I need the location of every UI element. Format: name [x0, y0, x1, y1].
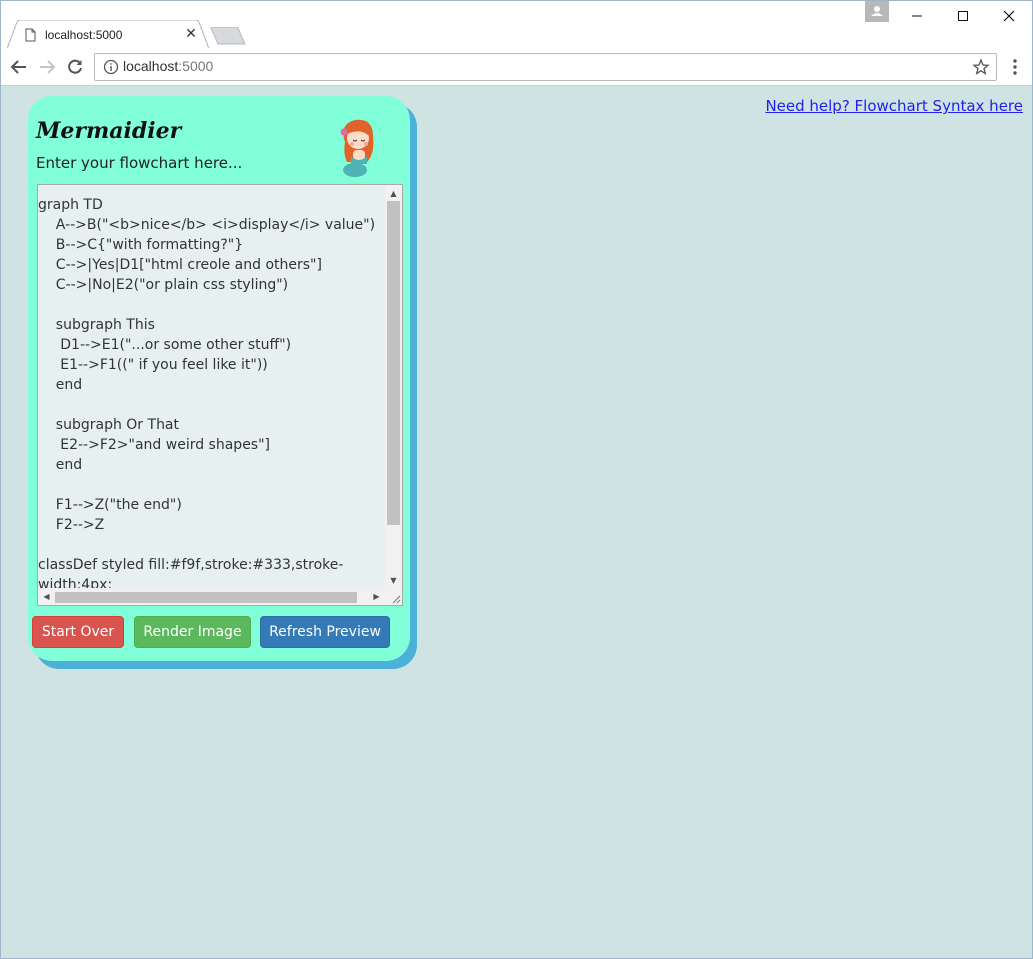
info-icon[interactable]	[103, 59, 119, 75]
browser-menu-icon[interactable]	[1005, 57, 1025, 77]
editor-subtitle: Enter your flowchart here...	[36, 154, 243, 172]
tab-label-group: localhost:5000	[25, 25, 122, 45]
browser-toolbar: localhost:5000	[1, 48, 1032, 86]
scroll-down-icon[interactable]: ▼	[385, 572, 402, 589]
forward-icon[interactable]	[35, 55, 59, 79]
flowchart-editor[interactable]: graph TD A-->B("<b>nice</b> <i>display</…	[37, 184, 403, 606]
url-port: :5000	[178, 58, 214, 74]
address-bar[interactable]: localhost:5000	[94, 53, 997, 81]
scroll-left-icon[interactable]: ◀	[38, 588, 55, 605]
help-link[interactable]: Need help? Flowchart Syntax here	[765, 97, 1023, 115]
title-bar: localhost:5000 ✕	[1, 1, 1032, 49]
editor-panel: Mermaidier Enter your flowchart here... …	[28, 96, 410, 661]
reload-icon[interactable]	[63, 55, 87, 79]
horizontal-scrollbar[interactable]: ◀ ▶	[38, 588, 385, 605]
resize-grip-icon[interactable]	[385, 588, 402, 605]
horizontal-scroll-thumb[interactable]	[55, 592, 357, 603]
minimize-icon[interactable]	[894, 1, 940, 31]
scroll-right-icon[interactable]: ▶	[368, 588, 385, 605]
tab-title: localhost:5000	[45, 28, 123, 42]
close-tab-icon[interactable]: ✕	[184, 27, 198, 41]
profile-icon[interactable]	[865, 1, 889, 22]
page-icon	[25, 28, 36, 42]
new-tab-button[interactable]	[209, 27, 247, 45]
back-icon[interactable]	[7, 55, 31, 79]
close-window-icon[interactable]	[986, 1, 1032, 31]
url-host: localhost	[123, 58, 179, 74]
maximize-icon[interactable]	[940, 1, 986, 31]
mermaid-mascot-icon	[340, 119, 374, 177]
url-text[interactable]: localhost:5000	[123, 58, 213, 74]
vertical-scroll-thumb[interactable]	[387, 201, 400, 525]
start-over-button[interactable]: Start Over	[32, 616, 124, 648]
flowchart-source-text[interactable]: graph TD A-->B("<b>nice</b> <i>display</…	[38, 195, 384, 589]
page-content: Need help? Flowchart Syntax here Mermaid…	[1, 86, 1032, 958]
browser-window: localhost:5000 ✕ localhost:5000 Need hel…	[0, 0, 1033, 959]
refresh-preview-button[interactable]: Refresh Preview	[260, 616, 390, 648]
scroll-up-icon[interactable]: ▲	[385, 185, 402, 202]
app-title: Mermaidier	[36, 118, 182, 144]
bookmark-star-icon[interactable]	[972, 58, 990, 76]
render-image-button[interactable]: Render Image	[134, 616, 251, 648]
vertical-scrollbar[interactable]: ▲ ▼	[385, 185, 402, 589]
